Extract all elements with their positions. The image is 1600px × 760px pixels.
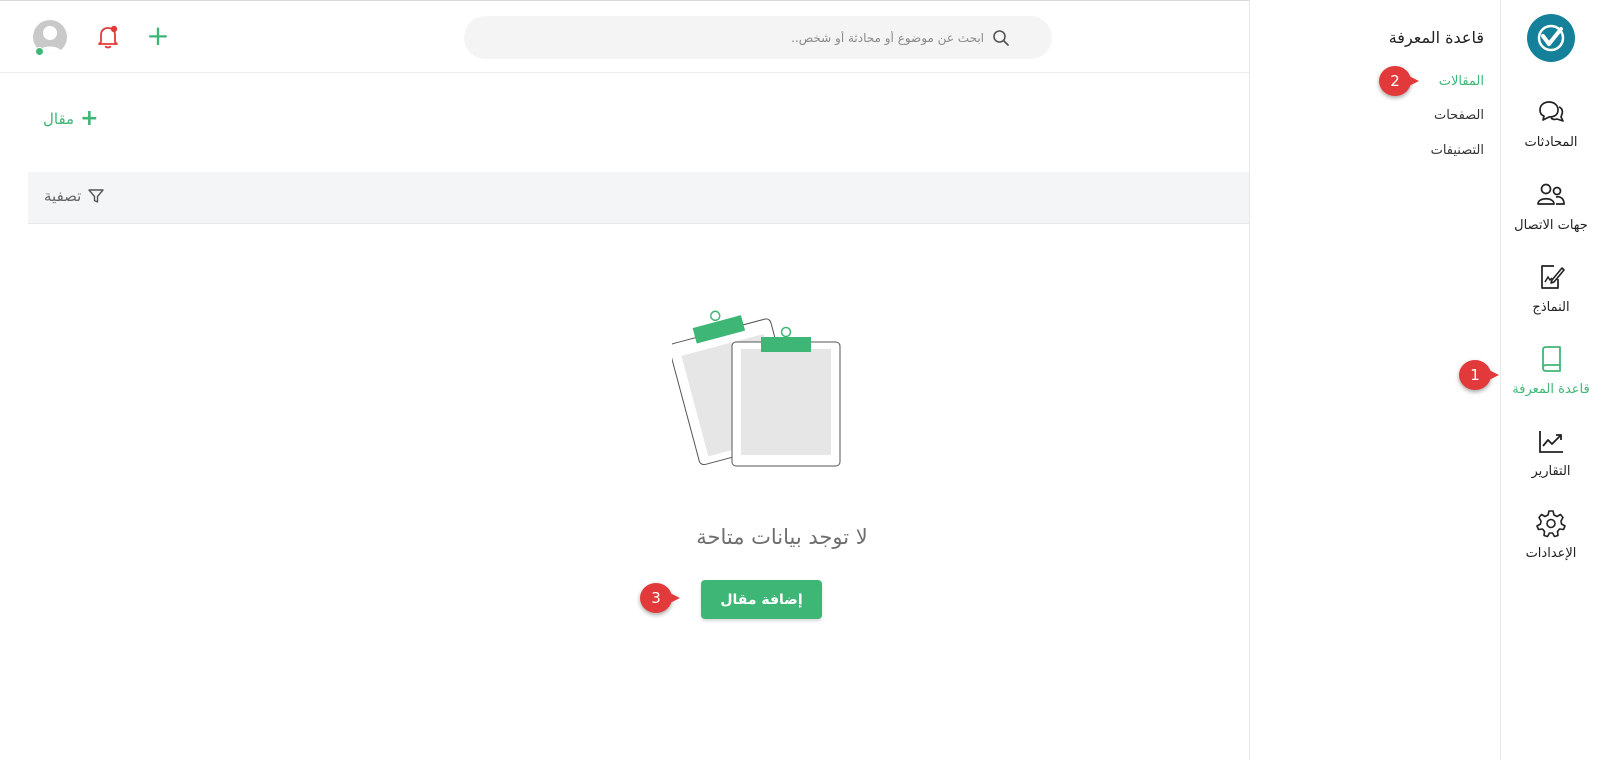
rail-item-contacts[interactable]: جهات الاتصال	[1501, 180, 1600, 233]
callout-marker-3: 3	[640, 583, 684, 613]
chart-line-icon	[1536, 426, 1566, 456]
form-edit-icon	[1536, 262, 1566, 292]
search-input[interactable]	[464, 30, 984, 45]
callout-marker-1: 1	[1459, 360, 1503, 390]
add-article-button[interactable]: إضافة مقال	[701, 580, 822, 619]
create-new-plus-icon[interactable]: +	[146, 22, 170, 50]
gear-icon	[1536, 508, 1566, 538]
contacts-icon	[1536, 180, 1566, 210]
rail-item-knowledge-base[interactable]: قاعدة المعرفة	[1501, 344, 1600, 397]
rail-label-forms: النماذج	[1532, 300, 1570, 315]
subnav-title: قاعدة المعرفة	[1388, 28, 1484, 47]
top-bar: +	[0, 0, 1249, 73]
filter-button[interactable]: تصفية	[44, 187, 105, 205]
funnel-icon	[88, 189, 105, 203]
rail-item-reports[interactable]: التقارير	[1501, 426, 1600, 479]
rail-item-conversations[interactable]: المحادثات	[1501, 97, 1600, 150]
subnav-item-articles[interactable]: المقالات	[1439, 74, 1484, 89]
add-article-link[interactable]: + مقال	[43, 106, 99, 131]
filter-label: تصفية	[44, 187, 82, 205]
rail-item-forms[interactable]: النماذج	[1501, 262, 1600, 315]
rail-label-knowledge-base: قاعدة المعرفة	[1512, 382, 1590, 397]
rail-label-settings: الإعدادات	[1525, 546, 1577, 561]
rail-item-settings[interactable]: الإعدادات	[1501, 508, 1600, 561]
subnav-item-categories[interactable]: التصنيفات	[1431, 143, 1484, 158]
empty-state-message: لا توجد بيانات متاحة	[696, 525, 868, 549]
checkmark-logo-icon	[1537, 24, 1564, 52]
callout-marker-2: 2	[1379, 66, 1423, 96]
online-status-dot	[35, 47, 44, 56]
rail-label-contacts: جهات الاتصال	[1514, 218, 1588, 233]
book-icon	[1536, 344, 1566, 374]
rail-label-conversations: المحادثات	[1524, 135, 1578, 150]
main-nav-rail: المحادثات جهات الاتصال النماذج قاعدة الم…	[1500, 0, 1600, 760]
empty-clipboards-illustration	[672, 310, 841, 467]
plus-icon: +	[80, 106, 99, 131]
rail-label-reports: التقارير	[1531, 464, 1571, 479]
search-icon	[993, 29, 1009, 46]
subnav-item-pages[interactable]: الصفحات	[1434, 108, 1484, 123]
add-article-label: مقال	[43, 110, 75, 128]
notifications-bell-icon[interactable]	[96, 24, 120, 50]
chat-bubbles-icon	[1536, 97, 1566, 127]
filter-bar: تصفية	[28, 172, 1249, 224]
app-logo[interactable]	[1526, 14, 1575, 62]
search-bar[interactable]	[464, 16, 1052, 59]
